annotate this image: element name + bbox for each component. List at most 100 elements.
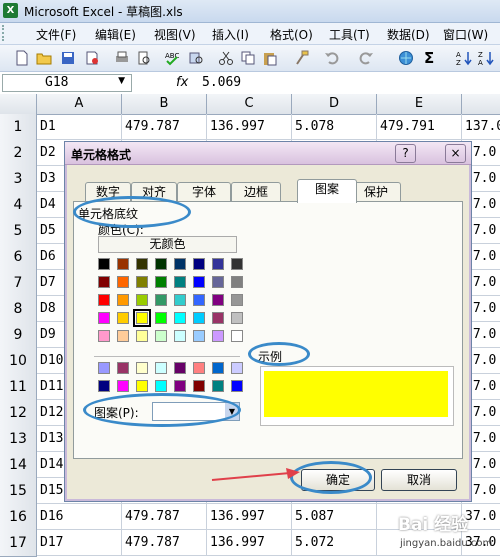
cancel-button[interactable]: 取消 <box>381 469 457 491</box>
select-all-corner[interactable] <box>0 94 37 114</box>
row-header[interactable]: 13 <box>0 426 37 453</box>
row-header[interactable]: 5 <box>0 218 37 245</box>
color-swatch[interactable] <box>98 362 110 374</box>
tab-patterns[interactable]: 图案 <box>297 179 357 203</box>
color-swatch[interactable] <box>231 294 243 306</box>
color-swatch[interactable] <box>212 294 224 306</box>
grid-cell[interactable]: 479.787 <box>122 114 207 140</box>
row-header[interactable]: 12 <box>0 400 37 427</box>
color-swatch[interactable] <box>117 312 129 324</box>
color-swatch[interactable] <box>136 258 148 270</box>
color-swatch[interactable] <box>98 330 110 342</box>
color-swatch[interactable] <box>193 258 205 270</box>
color-swatch[interactable] <box>117 330 129 342</box>
color-swatch[interactable] <box>231 330 243 342</box>
color-swatch[interactable] <box>174 276 186 288</box>
grid-cell[interactable]: 479.787 <box>122 530 207 556</box>
color-swatch-selected[interactable] <box>133 309 151 327</box>
permission-icon[interactable] <box>84 50 100 66</box>
color-swatch[interactable] <box>155 258 167 270</box>
column-header-e[interactable]: E <box>377 94 462 114</box>
undo-icon[interactable] <box>324 50 340 66</box>
color-swatch[interactable] <box>98 294 110 306</box>
row-header[interactable]: 7 <box>0 270 37 297</box>
name-box[interactable]: G18 ▼ <box>2 74 132 92</box>
color-swatch[interactable] <box>231 312 243 324</box>
color-swatch[interactable] <box>212 362 224 374</box>
row-header[interactable]: 11 <box>0 374 37 401</box>
column-header-c[interactable]: C <box>207 94 292 114</box>
color-swatch[interactable] <box>193 380 205 392</box>
row-header[interactable]: 8 <box>0 296 37 323</box>
color-swatch[interactable] <box>117 294 129 306</box>
color-swatch[interactable] <box>155 276 167 288</box>
paste-icon[interactable] <box>262 50 278 66</box>
color-swatch[interactable] <box>231 380 243 392</box>
row-header[interactable]: 16 <box>0 504 37 531</box>
row-header[interactable]: 6 <box>0 244 37 271</box>
color-swatch[interactable] <box>174 362 186 374</box>
grid-cell[interactable]: 5.072 <box>292 530 377 556</box>
color-swatch[interactable] <box>98 380 110 392</box>
new-file-icon[interactable] <box>14 50 30 66</box>
color-swatch[interactable] <box>174 294 186 306</box>
cut-icon[interactable] <box>218 50 234 66</box>
menu-insert[interactable]: 插入(I) <box>212 26 249 43</box>
help-button[interactable]: ? <box>395 144 416 163</box>
color-swatch[interactable] <box>174 380 186 392</box>
column-header-d[interactable]: D <box>292 94 377 114</box>
save-icon[interactable] <box>60 50 76 66</box>
copy-icon[interactable] <box>240 50 256 66</box>
autosum-icon[interactable]: Σ <box>424 50 440 66</box>
no-color-button[interactable]: 无颜色 <box>98 236 237 253</box>
menu-format[interactable]: 格式(O) <box>270 26 313 43</box>
sort-ascending-icon[interactable]: AZ <box>456 50 472 66</box>
color-swatch[interactable] <box>136 380 148 392</box>
menu-view[interactable]: 视图(V) <box>154 26 196 43</box>
insert-function-icon[interactable]: fx <box>176 75 188 90</box>
color-swatch[interactable] <box>136 276 148 288</box>
menu-tools[interactable]: 工具(T) <box>329 26 370 43</box>
grid-cell[interactable]: 136.997 <box>207 504 292 530</box>
close-button[interactable]: × <box>445 144 466 163</box>
color-swatch[interactable] <box>231 362 243 374</box>
menu-window[interactable]: 窗口(W) <box>443 26 488 43</box>
row-header[interactable]: 14 <box>0 452 37 479</box>
format-painter-icon[interactable] <box>294 50 310 66</box>
color-swatch[interactable] <box>117 380 129 392</box>
color-swatch[interactable] <box>231 258 243 270</box>
color-swatch[interactable] <box>174 312 186 324</box>
column-header-b[interactable]: B <box>122 94 207 114</box>
color-swatch[interactable] <box>174 258 186 270</box>
formula-input[interactable]: 5.069 <box>202 75 241 90</box>
tab-protection[interactable]: 保护 <box>351 182 401 202</box>
row-header[interactable]: 1 <box>0 114 37 141</box>
row-header[interactable]: 10 <box>0 348 37 375</box>
grid-cell[interactable]: 479.787 <box>122 504 207 530</box>
color-swatch[interactable] <box>193 362 205 374</box>
menu-file[interactable]: 文件(F) <box>36 26 76 43</box>
print-preview-icon[interactable] <box>136 50 152 66</box>
grid-cell[interactable]: D17 <box>37 530 122 556</box>
color-swatch[interactable] <box>155 330 167 342</box>
row-header[interactable]: 9 <box>0 322 37 349</box>
menu-data[interactable]: 数据(D) <box>387 26 430 43</box>
tab-border[interactable]: 边框 <box>231 182 281 202</box>
color-swatch[interactable] <box>212 312 224 324</box>
row-header[interactable]: 3 <box>0 166 37 193</box>
color-swatch[interactable] <box>155 312 167 324</box>
color-swatch[interactable] <box>136 330 148 342</box>
menu-edit[interactable]: 编辑(E) <box>95 26 136 43</box>
color-swatch[interactable] <box>193 276 205 288</box>
spelling-icon[interactable]: ABC <box>164 50 180 66</box>
grid-cell[interactable]: 5.087 <box>292 504 377 530</box>
chevron-down-icon[interactable]: ▼ <box>118 76 125 86</box>
color-swatch[interactable] <box>98 276 110 288</box>
grid-cell[interactable]: 137.0 <box>462 114 500 140</box>
sort-descending-icon[interactable]: ZA <box>478 50 494 66</box>
print-icon[interactable] <box>114 50 130 66</box>
grid-cell[interactable]: 136.997 <box>207 114 292 140</box>
color-swatch[interactable] <box>117 258 129 270</box>
row-header[interactable]: 4 <box>0 192 37 219</box>
grid-cell[interactable]: D1 <box>37 114 122 140</box>
